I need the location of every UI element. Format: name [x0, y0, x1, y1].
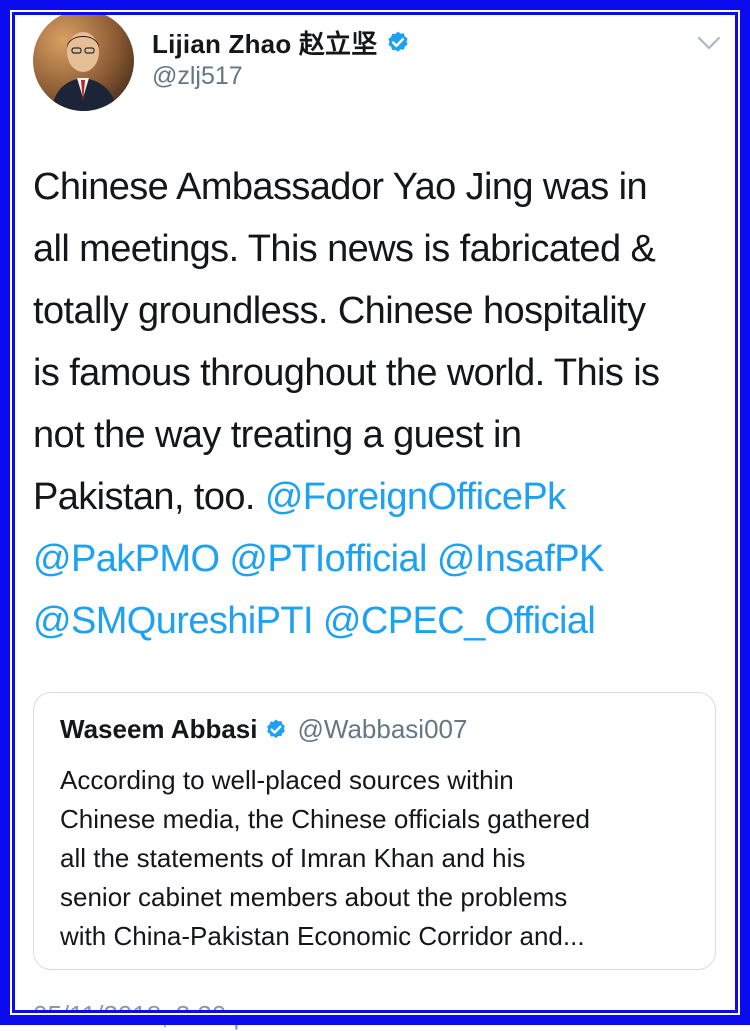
quoted-text-line: senior cabinet members about the problem…	[60, 882, 568, 912]
verified-badge-icon	[388, 31, 408, 52]
quoted-text-line: with China-Pakistan Economic Corridor an…	[60, 921, 585, 951]
tweet-text-line: Pakistan, too. @ForeignOfficePk	[33, 466, 733, 528]
verified-badge-icon	[267, 719, 286, 738]
tweet-timestamp[interactable]: 05/11/2018, 2:20 pm	[33, 1000, 270, 1031]
tweet-text-line: @PakPMO @PTIofficial @InsafPK	[33, 528, 733, 590]
tweet-text-line: all meetings. This news is fabricated &	[33, 228, 656, 270]
author-avatar[interactable]	[33, 10, 134, 111]
quoted-tweet-header: Waseem Abbasi @Wabbasi007	[60, 714, 467, 745]
author-handle[interactable]: @zlj517	[152, 62, 243, 91]
author-display-name[interactable]: Lijian Zhao 赵立坚	[152, 24, 377, 61]
quoted-text-line: Chinese media, the Chinese officials gat…	[60, 804, 590, 834]
mention-link-pakpmo[interactable]: @PakPMO	[33, 538, 220, 580]
tweet-text: Chinese Ambassador Yao Jing was in all m…	[33, 156, 733, 652]
quoted-tweet-card[interactable]: Waseem Abbasi @Wabbasi007 According to w…	[33, 692, 716, 970]
quoted-author-name: Waseem Abbasi	[60, 714, 258, 744]
profile-photo-icon	[33, 10, 134, 111]
mention-link-ptiofficial[interactable]: @PTIofficial	[229, 538, 427, 580]
quoted-tweet-text: According to well-placed sources within …	[60, 761, 700, 956]
quoted-text-line: all the statements of Imran Khan and his	[60, 843, 526, 873]
tweet-text-line: not the way treating a guest in	[33, 414, 522, 456]
mention-link-insafpk[interactable]: @InsafPK	[437, 538, 604, 580]
mention-link-cpec-official[interactable]: @CPEC_Official	[323, 600, 596, 642]
mention-link-foreignofficepk[interactable]: @ForeignOfficePk	[265, 476, 566, 518]
mention-link-smqureshipti[interactable]: @SMQureshiPTI	[33, 600, 314, 642]
quoted-text-line: According to well-placed sources within	[60, 765, 514, 795]
tweet-text-line: totally groundless. Chinese hospitality	[33, 290, 646, 332]
chevron-down-icon[interactable]	[697, 35, 721, 51]
tweet-text-segment: Pakistan, too.	[33, 476, 265, 518]
tweet-text-line: Chinese Ambassador Yao Jing was in	[33, 166, 648, 208]
tweet-text-line: @SMQureshiPTI @CPEC_Official	[33, 590, 733, 652]
tweet-text-line: is famous throughout the world. This is	[33, 352, 660, 394]
author-name-row: Lijian Zhao 赵立坚	[152, 24, 411, 61]
quoted-author-handle: @Wabbasi007	[297, 714, 468, 744]
